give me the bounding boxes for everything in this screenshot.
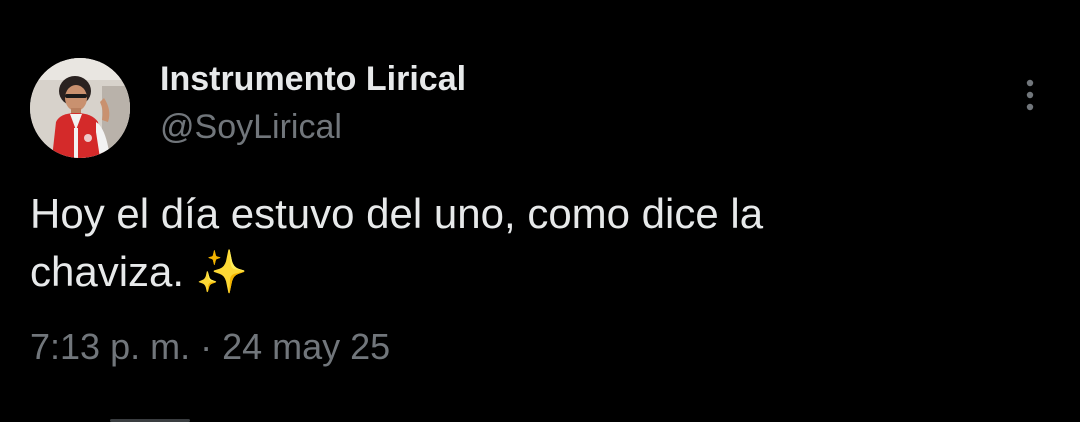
timestamp-separator: ·: [190, 326, 223, 367]
tweet-time: 7:13 p. m.: [30, 326, 191, 367]
avatar[interactable]: [30, 58, 130, 158]
more-options-button[interactable]: [1010, 75, 1050, 115]
tweet-card: Instrumento Lirical @SoyLirical Hoy el d…: [0, 0, 1080, 422]
tweet-time-link[interactable]: 7:13 p. m. · 24 may 25: [30, 326, 390, 367]
profile-photo-icon: [30, 58, 130, 158]
tweet-text: Hoy el día estuvo del uno, como dice la …: [30, 185, 1030, 301]
sparkles-emoji: ✨: [195, 248, 249, 295]
tweet-timestamp: 7:13 p. m. · 24 may 25: [30, 322, 390, 372]
tweet-date: 24 may 25: [222, 326, 391, 367]
more-vertical-icon: [1026, 79, 1034, 111]
tweet-text-line-2: chaviza.: [30, 248, 196, 295]
user-display-name[interactable]: Instrumento Lirical: [160, 58, 466, 100]
tweet-text-line-1: Hoy el día estuvo del uno, como dice la: [30, 190, 764, 237]
user-handle[interactable]: @SoyLirical: [160, 106, 342, 148]
